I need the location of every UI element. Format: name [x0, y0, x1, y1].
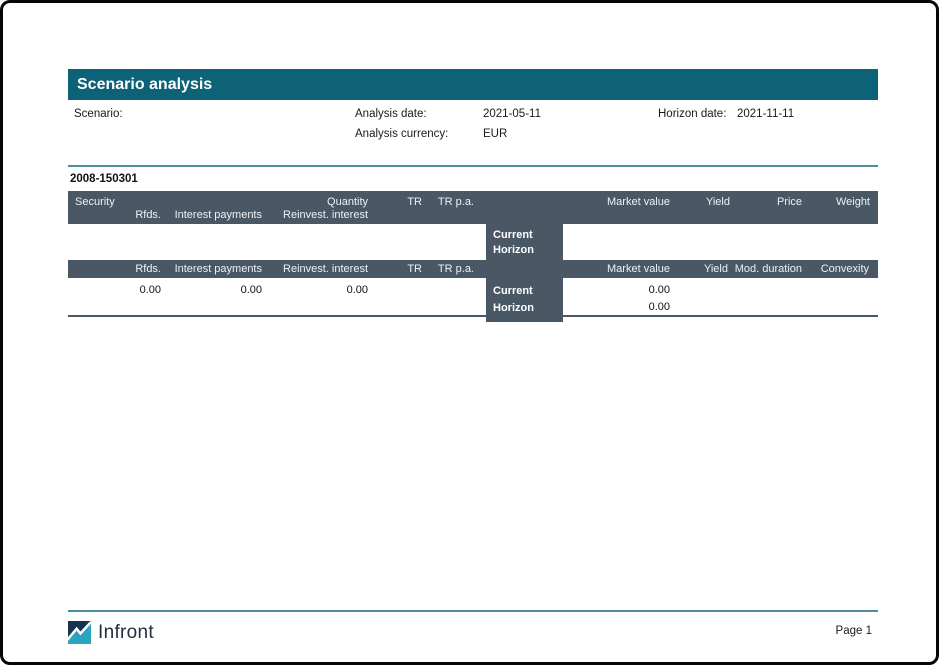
scenario-label: Scenario: [74, 108, 123, 120]
col-tr: TR [407, 263, 422, 275]
col-rfds: Rfds. [135, 263, 161, 275]
col-weight: Weight [836, 196, 870, 208]
col-convexity: Convexity [821, 263, 869, 275]
report-page: Scenario analysis Scenario: Analysis dat… [0, 0, 939, 665]
col-security: Security [75, 196, 115, 208]
reinvest-interest-value: 0.00 [347, 284, 368, 296]
infront-logo-icon [68, 621, 91, 644]
footer-divider [68, 610, 878, 612]
infront-logo: Infront [68, 621, 154, 644]
col-yield: Yield [706, 196, 730, 208]
section-divider [68, 165, 878, 167]
horizon-date-label: Horizon date: [658, 108, 726, 120]
interest-payments-value: 0.00 [241, 284, 262, 296]
col-tr-pa: TR p.a. [438, 263, 474, 275]
analysis-date-label: Analysis date: [355, 108, 427, 120]
current-horizon-cell: Current Horizon [486, 224, 563, 260]
current-horizon-cell: Current Horizon [486, 278, 563, 322]
current-label: Current [493, 283, 563, 300]
col-interest-payments: Interest payments [175, 209, 262, 221]
col-yield: Yield [704, 263, 728, 275]
col-price: Price [777, 196, 802, 208]
page-number: Page 1 [836, 625, 872, 637]
security-id-heading: 2008-150301 [70, 173, 138, 185]
infront-wordmark: Infront [98, 622, 154, 644]
col-market-value: Market value [607, 196, 670, 208]
col-quantity: Quantity [327, 196, 368, 208]
table-header-row-1: Security Quantity TR TR p.a. Market valu… [68, 191, 878, 224]
col-market-value: Market value [607, 263, 670, 275]
col-rfds: Rfds. [135, 209, 161, 221]
analysis-date-value: 2021-05-11 [483, 108, 541, 120]
horizon-label: Horizon [493, 243, 563, 258]
col-tr: TR [407, 196, 422, 208]
horizon-date-value: 2021-11-11 [737, 108, 794, 120]
current-label: Current [493, 228, 563, 243]
security-row: Current Horizon [68, 224, 878, 260]
analysis-currency-label: Analysis currency: [355, 128, 448, 140]
col-reinvest-interest: Reinvest. interest [283, 263, 368, 275]
col-tr-pa: TR p.a. [438, 196, 474, 208]
horizon-label: Horizon [493, 300, 563, 317]
scenario-table: Security Quantity TR TR p.a. Market valu… [68, 191, 878, 317]
analysis-currency-value: EUR [483, 128, 507, 140]
totals-row: 0.00 0.00 0.00 0.00 0.00 Current Horizon [68, 278, 878, 317]
table-header-row-2: Rfds. Interest payments Reinvest. intere… [68, 260, 878, 278]
col-interest-payments: Interest payments [175, 263, 262, 275]
rfds-value: 0.00 [140, 284, 161, 296]
page-title: Scenario analysis [68, 69, 878, 100]
col-reinvest-interest: Reinvest. interest [283, 209, 368, 221]
market-value-current: 0.00 [649, 284, 670, 296]
market-value-horizon: 0.00 [649, 301, 670, 313]
col-mod-duration: Mod. duration [735, 263, 802, 275]
